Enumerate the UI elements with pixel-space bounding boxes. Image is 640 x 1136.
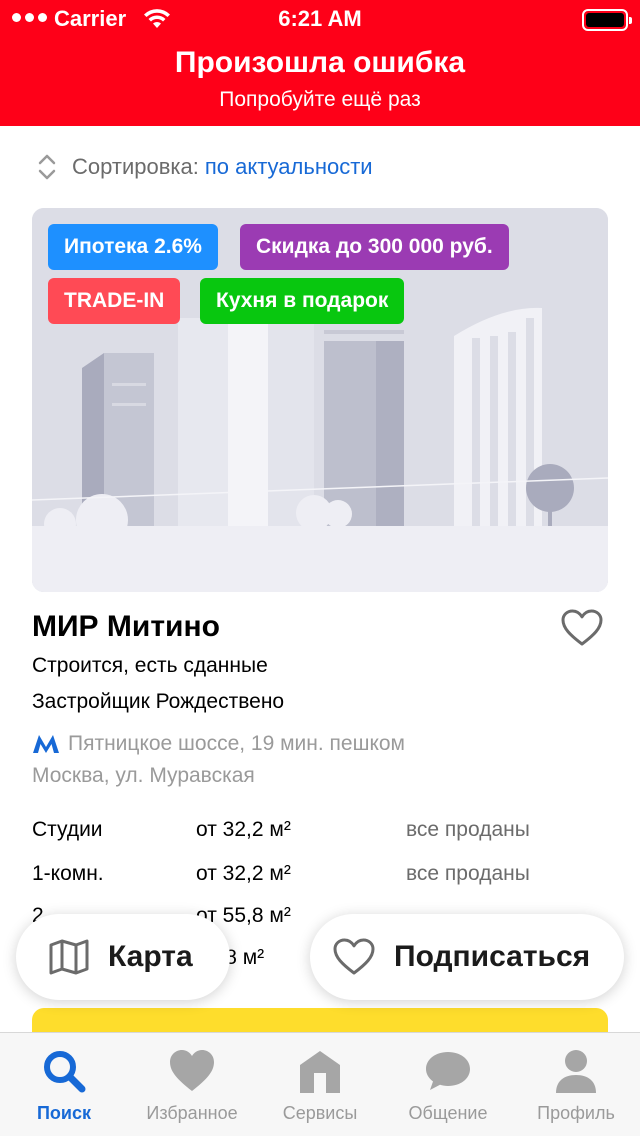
tab-label: Профиль	[537, 1103, 615, 1123]
badge-discount: Скидка до 300 000 руб.	[240, 224, 509, 270]
tab-label: Сервисы	[282, 1103, 358, 1123]
sort-chevrons-icon	[38, 154, 56, 180]
tab-label: Поиск	[36, 1103, 92, 1123]
battery-icon	[582, 9, 632, 31]
apartment-type: Студии	[32, 818, 103, 841]
tab-services[interactable]: Сервисы	[256, 1033, 384, 1136]
apartment-status: все проданы	[406, 862, 530, 885]
badge-mortgage: Ипотека 2.6%	[48, 224, 218, 270]
address: Москва, ул. Муравская	[32, 764, 255, 787]
tab-bar: Поиск Избранное Сервисы Общение Профиль	[0, 1032, 640, 1136]
tab-favorites[interactable]: Избранное	[128, 1033, 256, 1136]
metro-icon	[33, 735, 59, 753]
sort-label: Сортировка:	[72, 154, 199, 179]
tab-profile[interactable]: Профиль	[512, 1033, 640, 1136]
apartment-row: Студии от 32,2 м² все проданы	[32, 818, 608, 848]
tab-messages[interactable]: Общение	[384, 1033, 512, 1136]
apartment-type: 1-комн.	[32, 862, 104, 885]
error-title: Произошла ошибка	[174, 46, 466, 79]
tab-label: Общение	[408, 1103, 488, 1123]
tab-label: Избранное	[146, 1103, 238, 1123]
status-bar: Carrier 6:21 AM	[0, 0, 640, 40]
subscribe-button-label: Подписаться	[394, 940, 591, 973]
apartment-area: от 32,2 м²	[196, 862, 291, 885]
home-icon	[300, 1051, 340, 1093]
map-icon	[49, 939, 89, 975]
complex-title[interactable]: МИР Митино	[32, 610, 220, 644]
profile-icon	[556, 1050, 596, 1093]
apartment-row: 1-комн. от 32,2 м² все проданы	[32, 862, 608, 892]
heart-icon	[170, 1050, 214, 1091]
badge-trade-in: TRADE-IN	[48, 278, 181, 324]
status-time: 6:21 AM	[278, 6, 362, 31]
apartment-status: все проданы	[406, 818, 530, 841]
metro-text: Пятницкое шоссе, 19 мин. пешком	[68, 732, 405, 755]
map-button[interactable]: Карта	[16, 914, 230, 1000]
map-button-label: Карта	[108, 940, 193, 973]
complex-image[interactable]: Ипотека 2.6% Скидка до 300 000 руб. TRAD…	[32, 208, 608, 592]
chat-icon	[426, 1052, 470, 1090]
error-retry-subtitle[interactable]: Попробуйте ещё раз	[0, 88, 640, 112]
apartment-area: от 32,2 м²	[196, 818, 291, 841]
sort-value[interactable]: по актуальности	[205, 154, 373, 180]
favorite-heart-icon[interactable]	[560, 608, 604, 648]
heart-outline-icon	[333, 938, 375, 975]
metro-info: Пятницкое шоссе, 19 мин. пешком	[32, 732, 405, 756]
sort-control[interactable]: Сортировка: по актуальности	[36, 152, 373, 182]
error-banner[interactable]: Carrier 6:21 AM Произошла ошибка Попробу…	[0, 0, 640, 126]
developer-name: Застройщик Рождествено	[32, 690, 285, 713]
badge-kitchen-gift: Кухня в подарок	[200, 278, 405, 324]
construction-status: Строится, есть сданные	[32, 654, 268, 677]
tab-search[interactable]: Поиск	[0, 1033, 128, 1136]
subscribe-button[interactable]: Подписаться	[310, 914, 624, 1000]
search-icon	[44, 1051, 86, 1093]
